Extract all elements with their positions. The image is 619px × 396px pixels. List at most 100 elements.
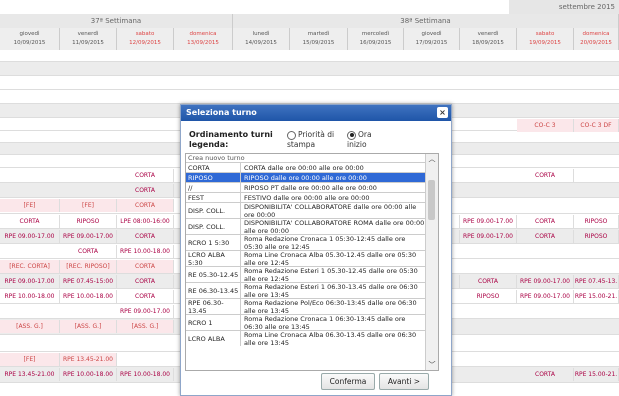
shift-cell[interactable]: RPE 13.45-21.00 bbox=[60, 353, 117, 366]
radio-print-priority[interactable] bbox=[287, 130, 296, 140]
shift-description: Roma Redazione Cronaca 1 06:30-13:45 dal… bbox=[244, 314, 406, 331]
shift-cell[interactable]: RIPOSO bbox=[60, 215, 117, 228]
day-header: giovedì 17/09/2015 bbox=[404, 28, 460, 50]
shift-list-item[interactable]: FEST FESTIVO dalle ore 00:00 alle ore 00:… bbox=[186, 192, 426, 202]
shift-cell[interactable]: RPE 07.45-15:00 bbox=[60, 275, 117, 288]
shift-code: FEST bbox=[186, 193, 241, 202]
shift-cell[interactable]: [FE] bbox=[0, 199, 60, 212]
shift-cell[interactable]: [REC. CORTA] bbox=[0, 260, 60, 273]
day-header: giovedì 10/09/2015 bbox=[0, 28, 60, 50]
shift-cell[interactable]: LPE 08:00-16:00 bbox=[117, 215, 174, 228]
shift-cell[interactable]: [REC. RIPOSO] bbox=[60, 260, 117, 273]
sort-option-start-time[interactable]: Ora inizio bbox=[347, 130, 385, 149]
day-header: mercoledì 16/09/2015 bbox=[348, 28, 404, 50]
shift-list-item[interactable]: RPE 06.30-13.45 Roma Redazione Pol/Eco 06… bbox=[186, 298, 426, 315]
shift-list: Crea nuovo turno CORTA CORTA dalle ore 00… bbox=[185, 153, 439, 371]
shift-list-item[interactable]: CORTA CORTA dalle ore 00:00 alle ore 00:0… bbox=[186, 162, 426, 172]
shift-cell[interactable]: RPE 09.00-17.00 bbox=[117, 305, 174, 318]
next-button[interactable]: Avanti > bbox=[379, 373, 429, 390]
list-scrollbar[interactable]: ︿ ﹀ bbox=[425, 154, 438, 370]
shift-cell[interactable]: RPE 10.00-18.00 bbox=[60, 290, 117, 303]
shift-cell[interactable]: RIPOSO bbox=[574, 215, 619, 228]
shift-code: RE 06.30-13.45 bbox=[186, 283, 241, 298]
shift-cell[interactable]: CORTA bbox=[517, 230, 574, 243]
shift-cell[interactable]: RIPOSO bbox=[460, 290, 517, 303]
scroll-down-icon[interactable]: ﹀ bbox=[426, 360, 438, 370]
shift-cell[interactable]: CORTA bbox=[117, 169, 174, 182]
shift-cell[interactable]: [ASS. G.] bbox=[0, 320, 60, 333]
shift-description: Roma Line Cronaca Alba 06.30-13.45 dalle… bbox=[244, 330, 417, 347]
shift-cell[interactable]: CORTA bbox=[60, 245, 117, 258]
create-shift-link[interactable]: Crea nuovo turno bbox=[186, 154, 438, 162]
shift-list-item[interactable]: //RIPOSO PT dalle ore 00:00 alle ore 00:… bbox=[186, 182, 426, 192]
shift-cell[interactable]: CORTA bbox=[517, 368, 574, 381]
day-header: domenica 20/09/2015 bbox=[574, 28, 619, 50]
shift-list-item[interactable]: LCRO ALBA Roma Line Cronaca Alba 06.30-13… bbox=[186, 330, 426, 347]
shift-cell[interactable]: [ASS. G.] bbox=[117, 320, 174, 333]
shift-list-item[interactable]: RCRO 1 5:30 Roma Redazione Cronaca 1 05:3… bbox=[186, 234, 426, 251]
scroll-up-icon[interactable]: ︿ bbox=[426, 154, 438, 164]
shift-list-item[interactable]: DISP. COLL. DISPONIBILITA' COLLABORATORE … bbox=[186, 218, 426, 235]
shift-code: RIPOSO bbox=[186, 173, 241, 182]
calendar-row bbox=[0, 76, 619, 90]
shift-cell[interactable]: CO-C 3 bbox=[517, 119, 574, 132]
shift-cell[interactable]: RPE 10.00-18.00 bbox=[60, 368, 117, 381]
dialog-title: Seleziona turno × bbox=[181, 105, 451, 121]
shift-cell[interactable]: CORTA bbox=[117, 275, 174, 288]
day-header: venerdì 11/09/2015 bbox=[60, 28, 117, 50]
shift-cell[interactable]: RPE 07.45-13. bbox=[574, 275, 619, 288]
day-header: sabato 19/09/2015 bbox=[517, 28, 574, 50]
shift-cell[interactable]: CORTA bbox=[460, 275, 517, 288]
shift-description: Roma Redazione Cronaca 1 05:30-12:45 dal… bbox=[244, 234, 406, 251]
shift-cell[interactable]: RPE 10.00-18.00 bbox=[117, 245, 174, 258]
shift-cell[interactable]: [ASS. G.] bbox=[60, 320, 117, 333]
shift-code: RCRO 1 5:30 bbox=[186, 235, 241, 250]
shift-cell[interactable]: CO-C 3 DF bbox=[574, 119, 619, 132]
shift-cell[interactable]: RPE 09.00-17.00 bbox=[0, 230, 60, 243]
shift-cell[interactable]: CORTA bbox=[117, 199, 174, 212]
shift-list-item[interactable]: RCRO 1 Roma Redazione Cronaca 1 06:30-13:… bbox=[186, 314, 426, 331]
shift-list-item[interactable]: RE 06.30-13.45 Roma Redazione Esteri 1 06… bbox=[186, 282, 426, 299]
shift-list-item[interactable]: RE 05.30-12.45 Roma Redazione Esteri 1 05… bbox=[186, 266, 426, 283]
shift-cell[interactable]: CORTA bbox=[117, 184, 174, 197]
shift-cell[interactable]: [FE] bbox=[0, 353, 60, 366]
sort-option-print-priority[interactable]: Priorità di stampa bbox=[287, 130, 342, 149]
shift-cell[interactable]: RPE 10.00-18.00 bbox=[117, 368, 174, 381]
day-header: sabato 12/09/2015 bbox=[117, 28, 174, 50]
calendar-row bbox=[0, 90, 619, 104]
confirm-button[interactable]: Conferma bbox=[321, 373, 375, 390]
shift-description: FESTIVO dalle ore 00:00 alle ore 00:00 bbox=[244, 193, 370, 202]
shift-cell[interactable]: CORTA bbox=[0, 215, 60, 228]
shift-cell[interactable]: CORTA bbox=[517, 169, 574, 182]
shift-list-item[interactable]: DISP. COLL. DISPONIBILITA' COLLABORATORE … bbox=[186, 202, 426, 219]
select-shift-dialog: Seleziona turno × Ordinamento turni lege… bbox=[180, 104, 452, 396]
shift-description: Roma Redazione Pol/Eco 06:30-13:45 dalle… bbox=[244, 298, 417, 315]
scroll-thumb[interactable] bbox=[428, 180, 435, 220]
day-header: domenica 13/09/2015 bbox=[174, 28, 233, 50]
radio-start-time[interactable] bbox=[347, 130, 356, 140]
shift-cell[interactable]: RPE 15.00-21. bbox=[574, 368, 619, 381]
shift-description: DISPONIBILITA' COLLABORATORE dalle ore 0… bbox=[244, 202, 417, 219]
shift-cell[interactable]: RPE 15.00-21. bbox=[574, 290, 619, 303]
shift-cell[interactable]: RPE 09.00-17.00 bbox=[517, 290, 574, 303]
shift-code: RPE 06.30-13.45 bbox=[186, 299, 241, 315]
shift-cell[interactable]: CORTA bbox=[117, 290, 174, 303]
shift-cell[interactable]: CORTA bbox=[117, 230, 174, 243]
shift-description: RIPOSO PT dalle ore 00:00 alle ore 00:00 bbox=[244, 183, 377, 192]
shift-list-item[interactable]: LCRO ALBA 5:30 Roma Line Cronaca Alba 05.… bbox=[186, 250, 426, 267]
shift-cell[interactable]: RPE 09.00-17.00 bbox=[460, 230, 517, 243]
shift-cell[interactable]: RPE 09.00-17.00 bbox=[517, 275, 574, 288]
shift-cell[interactable]: RPE 09.00-17.00 bbox=[60, 230, 117, 243]
shift-cell[interactable]: RPE 10.00-18.00 bbox=[0, 290, 60, 303]
shift-cell[interactable]: RPE 09.00-17.00 bbox=[0, 275, 60, 288]
shift-cell[interactable]: CORTA bbox=[517, 215, 574, 228]
shift-cell[interactable]: RPE 09.00-17.00 bbox=[460, 215, 517, 228]
shift-cell[interactable]: [FE] bbox=[60, 199, 117, 212]
close-icon[interactable]: × bbox=[437, 107, 448, 118]
shift-cell[interactable]: RIPOSO bbox=[574, 230, 619, 243]
shift-description: DISPONIBILITA' COLLABORATORE ROMA dalle … bbox=[244, 218, 425, 235]
shift-list-item[interactable]: RIPOSO RIPOSO dalle ore 00:00 alle ore 00… bbox=[186, 172, 426, 182]
shift-description: RIPOSO dalle ore 00:00 alle ore 00:00 bbox=[244, 173, 367, 182]
shift-cell[interactable]: CORTA bbox=[117, 260, 174, 273]
shift-cell[interactable]: RPE 13.45-21.00 bbox=[0, 368, 60, 381]
